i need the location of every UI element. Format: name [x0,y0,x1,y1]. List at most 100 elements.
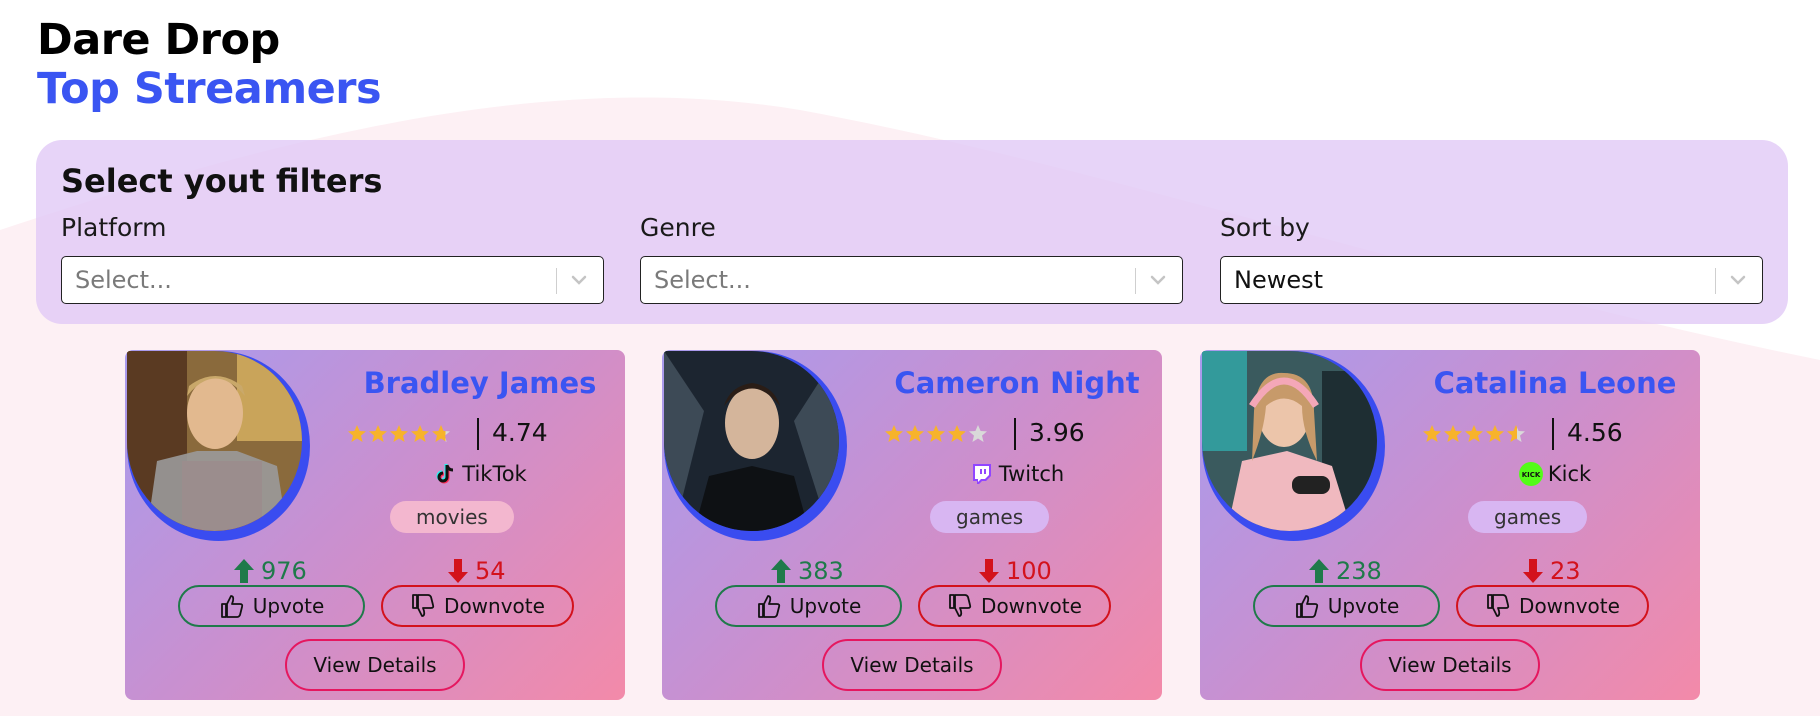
streamer-name[interactable]: Cameron Night [852,366,1162,400]
genre-label: Genre [640,213,716,242]
chevron-down-icon[interactable] [1144,266,1172,294]
upvote-count: 976 [233,556,307,586]
arrow-up-icon [771,559,791,583]
streamer-name[interactable]: Catalina Leone [1390,366,1700,400]
platform-name: Twitch [998,462,1065,486]
downvote-count: 23 [1522,556,1581,586]
upvote-count: 238 [1308,556,1382,586]
avatar-ring [1202,351,1385,541]
genre-badge: games [1468,501,1588,533]
select-separator [556,268,557,294]
select-separator [1715,268,1716,294]
platform-filter: Platform Select... [61,212,606,304]
upvote-count-value: 238 [1336,557,1382,585]
genre-badge: games [930,501,1050,533]
platform-name: Kick [1547,462,1592,486]
genre-select-placeholder: Select... [654,266,751,294]
downvote-count-value: 100 [1006,557,1052,585]
thumbs-down-icon [1487,594,1510,617]
avatar-ring [127,351,310,541]
app-title: Dare Drop [37,15,280,65]
thumbs-down-icon [949,594,972,617]
arrow-up-icon [234,559,254,583]
sort-label: Sort by [1220,213,1310,242]
downvote-label: Downvote [444,594,545,618]
streamer-card: Catalina Leone 4.56 KICK Kick games 238 … [1200,350,1700,700]
downvote-count-value: 54 [475,557,506,585]
avatar-ring [664,351,847,541]
upvote-label: Upvote [789,594,862,618]
page-title: Top Streamers [37,64,382,114]
filter-heading: Select yout filters [61,162,383,200]
genre-select[interactable]: Select... [640,256,1183,304]
chevron-down-icon[interactable] [565,266,593,294]
upvote-label: Upvote [1327,594,1400,618]
sort-select[interactable]: Newest [1220,256,1763,304]
sort-filter: Sort by Newest [1220,212,1765,304]
downvote-count: 100 [978,556,1052,586]
downvote-label: Downvote [1519,594,1620,618]
upvote-button[interactable]: Upvote [715,585,902,627]
twitch-icon [972,464,991,484]
upvote-count-value: 976 [261,557,307,585]
view-details-button[interactable]: View Details [822,639,1002,691]
svg-text:KICK: KICK [1522,471,1541,479]
platform-label: Platform [61,213,167,242]
arrow-up-icon [1309,559,1329,583]
thumbs-down-icon [412,594,435,617]
thumbs-up-icon [757,595,780,618]
select-separator [1135,268,1136,294]
upvote-label: Upvote [252,594,325,618]
thumbs-up-icon [220,595,243,618]
platform-select-placeholder: Select... [75,266,172,294]
chevron-down-icon[interactable] [1724,266,1752,294]
streamer-card: Cameron Night 3.96 Twitch games 383 100 [662,350,1162,700]
star-icon [948,425,966,442]
view-details-button[interactable]: View Details [1360,639,1540,691]
downvote-label: Downvote [981,594,1082,618]
rating-divider [1552,418,1554,450]
thumbs-up-icon [1295,595,1318,618]
upvote-count: 383 [770,556,844,586]
rating-value: 3.96 [1029,418,1085,447]
genre-filter: Genre Select... [640,212,1185,304]
upvote-button[interactable]: Upvote [178,585,365,627]
rating-value: 4.74 [492,418,548,447]
streamer-name[interactable]: Bradley James [315,366,625,400]
genre-badge: movies [390,501,514,533]
filter-panel: Select yout filters Platform Select... G… [36,140,1788,324]
downvote-button[interactable]: Downvote [1456,585,1649,627]
view-details-button[interactable]: View Details [285,639,465,691]
arrow-down-icon [1523,559,1543,583]
star-icon [969,425,987,442]
rating-stars [1422,424,1527,444]
arrow-down-icon [979,559,999,583]
star-icon [369,425,387,442]
downvote-count-value: 23 [1550,557,1581,585]
page: Dare Drop Top Streamers Select yout filt… [0,0,1820,716]
star-icon [1465,425,1483,442]
tiktok-icon [436,464,454,484]
platform: Twitch [852,462,1162,486]
star-icon [348,425,366,442]
downvote-button[interactable]: Downvote [918,585,1111,627]
streamer-card: Bradley James 4.74 TikTok movies 976 54 … [125,350,625,700]
upvote-button[interactable]: Upvote [1253,585,1440,627]
platform-select[interactable]: Select... [61,256,604,304]
star-icon [432,425,450,442]
star-icon [390,425,408,442]
star-icon [1507,425,1525,442]
rating-value: 4.56 [1567,418,1623,447]
star-icon [927,425,945,442]
rating-divider [1014,418,1016,450]
arrow-down-icon [448,559,468,583]
platform: TikTok [315,462,625,486]
platform-name: TikTok [462,462,527,486]
downvote-button[interactable]: Downvote [381,585,574,627]
avatar [1202,351,1377,531]
sort-select-value: Newest [1234,266,1324,294]
star-icon [1486,425,1504,442]
downvote-count: 54 [447,556,506,586]
star-icon [1423,425,1441,442]
rating-divider [477,418,479,450]
